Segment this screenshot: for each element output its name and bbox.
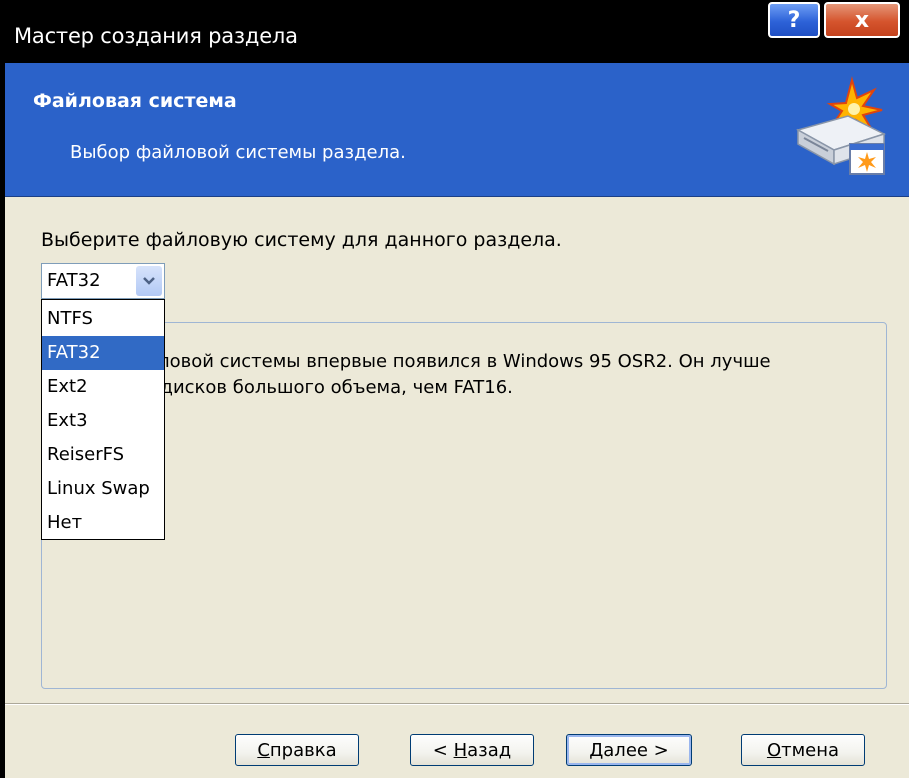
filesystem-prompt: Выберите файловую систему для данного ра… — [41, 229, 562, 251]
filesystem-dropdown-list: NTFS FAT32 Ext2 Ext3 ReiserFS Linux Swap… — [41, 299, 165, 540]
help-title-button[interactable]: ? — [768, 2, 820, 38]
option-ntfs[interactable]: NTFS — [42, 302, 164, 336]
help-button-label: Справка — [257, 739, 337, 761]
back-button-label: < Назад — [432, 739, 512, 761]
option-ext3[interactable]: Ext3 — [42, 404, 164, 438]
back-button[interactable]: < Назад — [410, 734, 534, 766]
filesystem-select-value: FAT32 — [47, 270, 101, 291]
option-reiserfs[interactable]: ReiserFS — [42, 438, 164, 472]
wizard-window: Мастер создания раздела ? x Файловая сис… — [0, 0, 909, 778]
header-subtitle: Выбор файловой системы раздела. — [70, 142, 406, 163]
filesystem-description: файловой системы впервые появился в Wind… — [120, 349, 880, 401]
window-title: Мастер создания раздела — [14, 24, 298, 48]
next-button[interactable]: Далее > — [566, 734, 692, 766]
close-icon: x — [854, 7, 870, 33]
dropdown-arrow-button[interactable] — [136, 266, 162, 296]
filesystem-select[interactable]: FAT32 — [41, 263, 165, 299]
help-button[interactable]: Справка — [235, 734, 359, 766]
cancel-button-label: Отмена — [766, 739, 840, 761]
option-none[interactable]: Нет — [42, 506, 164, 540]
option-linux-swap[interactable]: Linux Swap — [42, 472, 164, 506]
chevron-down-icon — [143, 277, 155, 285]
help-icon: ? — [787, 7, 801, 33]
option-ext2[interactable]: Ext2 — [42, 370, 164, 404]
disk-wizard-icon — [796, 76, 886, 175]
title-bar[interactable]: Мастер создания раздела ? x — [0, 0, 909, 63]
close-button[interactable]: x — [824, 2, 900, 38]
description-line-1: файловой системы впервые появился в Wind… — [120, 351, 771, 372]
wizard-header: Файловая система Выбор файловой системы … — [0, 63, 909, 197]
option-fat32[interactable]: FAT32 — [42, 336, 164, 370]
next-button-label: Далее > — [589, 739, 669, 761]
header-title: Файловая система — [33, 90, 237, 112]
description-line-2: для дисков большого объема, чем FAT16. — [120, 377, 513, 398]
button-separator — [5, 703, 909, 705]
cancel-button[interactable]: Отмена — [741, 734, 865, 766]
